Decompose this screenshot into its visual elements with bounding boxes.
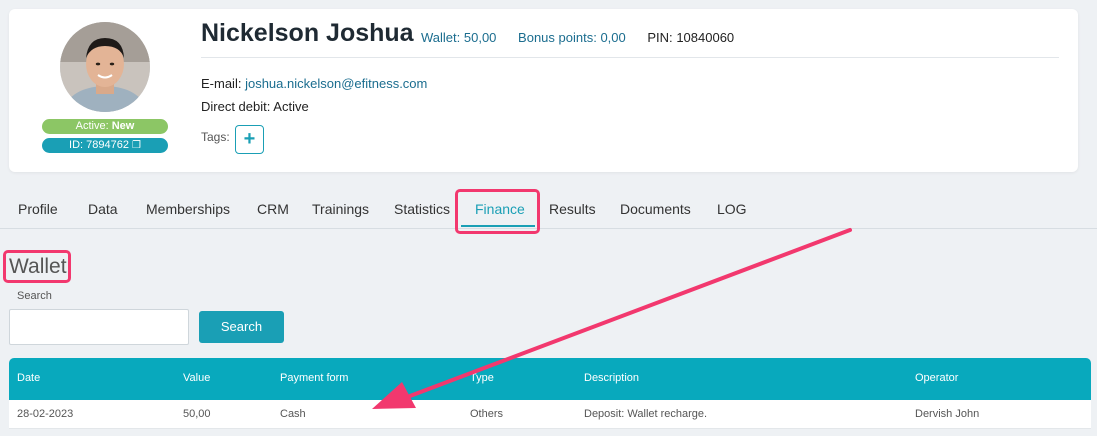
status-value: New [111,120,135,132]
direct-debit-label: Direct debit: [201,99,271,114]
member-metrics: Wallet: 50,00 Bonus points: 0,00 PIN: 10… [421,30,752,45]
wallet-label: Wallet: [421,30,461,45]
bonus-value: 0,00 [600,30,626,45]
direct-debit-value: Active [273,99,309,114]
id-label: ID: 7894762 [69,139,129,151]
wallet-title-highlight [3,250,71,283]
column-header-value[interactable]: Value [183,372,210,384]
email-row: E-mail: joshua.nickelson@efitness.com [201,76,427,91]
direct-debit-row: Direct debit: Active [201,99,309,114]
table-header: Date Value Payment form Type Description… [9,358,1091,400]
avatar [60,22,150,112]
email-label: E-mail: [201,76,242,91]
pin-value: 10840060 [676,30,735,45]
cell-value: 50,00 [183,408,211,420]
tab-profile[interactable]: Profile [18,201,58,217]
search-input[interactable] [9,309,189,345]
pin-label: PIN: [647,30,673,45]
search-button[interactable]: Search [199,311,284,343]
tab-data[interactable]: Data [88,201,118,217]
header-divider [201,57,1059,58]
column-header-date[interactable]: Date [17,372,40,384]
search-label: Search [17,290,52,302]
tab-bar: Profile Data Memberships CRM Trainings S… [0,198,1097,229]
tab-statistics[interactable]: Statistics [394,201,450,217]
bonus-label: Bonus points: [518,30,597,45]
tab-memberships[interactable]: Memberships [146,201,230,217]
cell-operator: Dervish John [915,408,980,420]
copy-icon[interactable]: ❒ [132,140,141,151]
tab-log[interactable]: LOG [717,201,747,217]
status-label: Active: [75,120,109,132]
status-badge: Active: New [42,119,168,134]
column-header-type[interactable]: Type [470,372,494,384]
wallet-value: 50,00 [463,30,497,45]
cell-description: Deposit: Wallet recharge. [584,408,708,420]
tab-results[interactable]: Results [549,201,596,217]
cell-type: Others [470,408,504,420]
id-badge[interactable]: ID: 7894762 ❒ [42,138,168,153]
tab-documents[interactable]: Documents [620,201,691,217]
finance-tab-highlight [455,189,540,234]
wallet-table: Date Value Payment form Type Description… [9,358,1091,429]
member-name: Nickelson Joshua [201,19,414,47]
add-tag-button[interactable]: + [235,125,264,154]
column-header-payment-form[interactable]: Payment form [280,372,348,384]
cell-payment-form: Cash [280,408,306,420]
profile-card: Active: New ID: 7894762 ❒ Nickelson Joshu… [9,9,1078,172]
email-link[interactable]: joshua.nickelson@efitness.com [245,76,427,91]
table-row[interactable]: 28-02-2023 50,00 Cash Others Deposit: Wa… [9,400,1091,429]
column-header-operator[interactable]: Operator [915,372,958,384]
tab-trainings[interactable]: Trainings [312,201,369,217]
tab-crm[interactable]: CRM [257,201,289,217]
tags-label: Tags: [201,130,230,144]
cell-date: 28-02-2023 [17,408,74,420]
column-header-description[interactable]: Description [584,372,639,384]
